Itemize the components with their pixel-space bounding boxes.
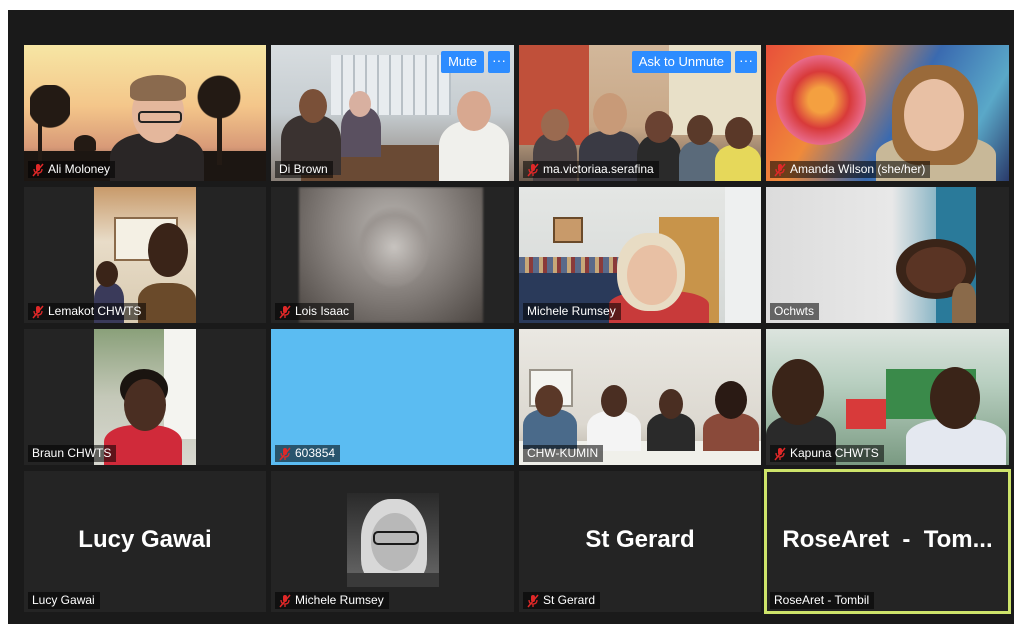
participant-name: Braun CHWTS xyxy=(32,446,112,460)
more-options-button[interactable]: ··· xyxy=(488,51,510,73)
participant-tile-ali-moloney[interactable]: Ali Moloney xyxy=(24,45,266,181)
participant-tile-st-gerard[interactable]: St Gerard St Gerard xyxy=(519,471,761,612)
participant-name: Amanda Wilson (she/her) xyxy=(790,162,926,176)
ask-to-unmute-button[interactable]: Ask to Unmute xyxy=(631,51,731,73)
participant-nameplate: Ali Moloney xyxy=(28,161,116,178)
participant-nameplate: Braun CHWTS xyxy=(28,445,117,462)
participant-nameplate: Ochwts xyxy=(770,303,820,320)
participant-nameplate: Lemakot CHWTS xyxy=(28,303,147,320)
participant-nameplate: Kapuna CHWTS xyxy=(770,445,884,462)
muted-mic-icon xyxy=(32,305,44,319)
participant-name: 603854 xyxy=(295,446,336,460)
participant-tile-roseaaret-tombil[interactable]: RoseAret - Tom... RoseAret - Tombil xyxy=(764,469,1011,614)
participant-name: Di Brown xyxy=(279,162,328,176)
profile-photo xyxy=(347,493,439,587)
participant-nameplate: 603854 xyxy=(275,445,341,462)
participant-tile-ochwts[interactable]: Ochwts xyxy=(766,187,1009,323)
participant-nameplate: Di Brown xyxy=(275,161,333,178)
muted-mic-icon xyxy=(774,163,786,177)
participant-tile-chw-kumin[interactable]: CHW-KUMIN xyxy=(519,329,761,465)
participant-tile-amanda-wilson[interactable]: Amanda Wilson (she/her) xyxy=(766,45,1009,181)
participant-name: St Gerard xyxy=(543,593,596,607)
participant-tile-lemakot-chwts[interactable]: Lemakot CHWTS xyxy=(24,187,266,323)
participant-name: Lucy Gawai xyxy=(32,593,95,607)
participant-tile-kapuna-chwts[interactable]: Kapuna CHWTS xyxy=(766,329,1009,465)
participant-tile-603854[interactable]: 603854 xyxy=(271,329,514,465)
participant-display-name: St Gerard xyxy=(585,525,695,553)
participant-name: Ali Moloney xyxy=(48,162,111,176)
participant-tile-di-brown[interactable]: Mute ··· Di Brown xyxy=(271,45,514,181)
participant-name: Michele Rumsey xyxy=(527,304,616,318)
participant-name: Kapuna CHWTS xyxy=(790,446,879,460)
participant-nameplate: Amanda Wilson (she/her) xyxy=(770,161,931,178)
mute-button[interactable]: Mute xyxy=(441,51,484,73)
muted-mic-icon xyxy=(32,163,44,177)
participant-name: RoseAret - Tombil xyxy=(774,593,870,607)
participant-tile-lucy-gawai[interactable]: Lucy Gawai Lucy Gawai xyxy=(24,471,266,612)
participant-tile-ma-victoriaa-serafina[interactable]: Ask to Unmute ··· ma.victoriaa.serafina xyxy=(519,45,761,181)
participant-nameplate: Michele Rumsey xyxy=(275,592,389,609)
gallery-view: Ali Moloney Mute ··· Di Brown Ask to Unm… xyxy=(8,10,1014,624)
participant-display-name: Lucy Gawai xyxy=(78,525,212,553)
participant-tile-michele-rumsey-photo[interactable]: Michele Rumsey xyxy=(271,471,514,612)
more-options-button[interactable]: ··· xyxy=(735,51,757,73)
participant-nameplate: Lois Isaac xyxy=(275,303,355,320)
participant-tile-braun-chwts[interactable]: Braun CHWTS xyxy=(24,329,266,465)
participant-nameplate: Michele Rumsey xyxy=(523,303,621,320)
muted-mic-icon xyxy=(279,305,291,319)
participant-name: CHW-KUMIN xyxy=(527,446,599,460)
muted-mic-icon xyxy=(527,163,539,177)
muted-mic-icon xyxy=(279,447,291,461)
muted-mic-icon xyxy=(774,447,786,461)
participant-name: ma.victoriaa.serafina xyxy=(543,162,654,176)
participant-display-name: RoseAret - Tom... xyxy=(782,525,993,553)
participant-nameplate: St Gerard xyxy=(523,592,601,609)
participant-tile-michele-rumsey-video[interactable]: Michele Rumsey xyxy=(519,187,761,323)
participant-nameplate: ma.victoriaa.serafina xyxy=(523,161,659,178)
muted-mic-icon xyxy=(279,594,291,608)
participant-name: Michele Rumsey xyxy=(295,593,384,607)
participant-nameplate: CHW-KUMIN xyxy=(523,445,604,462)
participant-tile-lois-isaac[interactable]: Lois Isaac xyxy=(271,187,514,323)
muted-mic-icon xyxy=(527,594,539,608)
participant-name: Ochwts xyxy=(774,304,815,318)
participant-nameplate: Lucy Gawai xyxy=(28,592,100,609)
participant-name: Lemakot CHWTS xyxy=(48,304,142,318)
participant-name: Lois Isaac xyxy=(295,304,350,318)
participant-nameplate: RoseAret - Tombil xyxy=(770,592,875,609)
